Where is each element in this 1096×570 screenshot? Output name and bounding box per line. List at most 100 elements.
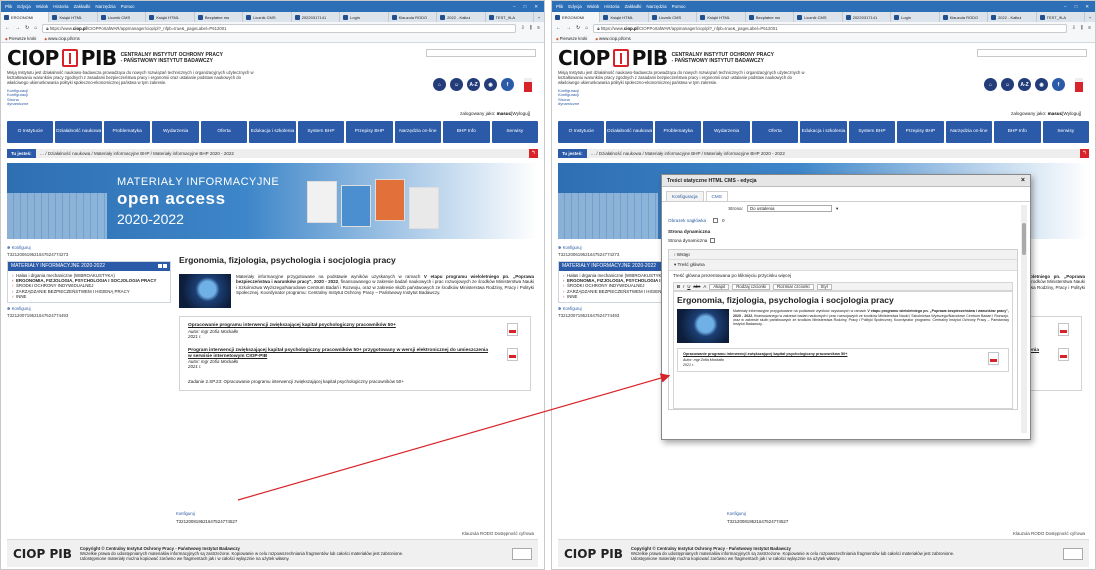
dialog-scrollbar[interactable] bbox=[1021, 205, 1027, 433]
font-color-button[interactable]: A bbox=[703, 284, 706, 289]
configure-link[interactable]: Konfiguruj bbox=[176, 511, 195, 516]
rich-text-editor[interactable]: Ergonomia, fizjologia, psychologia i soc… bbox=[673, 291, 1013, 410]
browser-tab[interactable]: Ksiąki HTML bbox=[146, 12, 195, 22]
home-circle-icon[interactable]: ⌂ bbox=[433, 78, 446, 91]
new-tab-icon[interactable]: + bbox=[534, 12, 544, 22]
browser-tab[interactable]: Login bbox=[891, 12, 940, 22]
menu-file[interactable]: Plik bbox=[556, 4, 563, 9]
config-link[interactable]: dynamiczne bbox=[7, 102, 538, 107]
strikethrough-button[interactable]: abc bbox=[693, 284, 700, 289]
menu-view[interactable]: Widok bbox=[36, 4, 49, 9]
reload-icon[interactable]: ↻ bbox=[25, 25, 29, 31]
breadcrumb-path[interactable]: … / Działalność naukowa / Materiały info… bbox=[587, 151, 785, 156]
bookmark-item[interactable]: www.ciop.pl/cms bbox=[595, 36, 631, 41]
nav-item[interactable]: BHP Info bbox=[443, 120, 490, 143]
browser-tab[interactable]: Bezpłatne mo bbox=[746, 12, 795, 22]
new-tab-icon[interactable]: + bbox=[1085, 12, 1095, 22]
az-index-circle-icon[interactable]: A-Z bbox=[1018, 78, 1031, 91]
pdf-icon[interactable] bbox=[1058, 322, 1069, 336]
library-icon[interactable]: ⫼ bbox=[1081, 25, 1083, 31]
configure-link[interactable]: Konfiguruj bbox=[727, 511, 746, 516]
home-icon[interactable]: ⌂ bbox=[585, 25, 588, 31]
menu-help[interactable]: Pomoc bbox=[672, 4, 686, 9]
menu-icon[interactable]: ≡ bbox=[537, 25, 540, 31]
nav-item[interactable]: Serwisy bbox=[491, 120, 538, 143]
menu-tools[interactable]: Narzędzia bbox=[95, 4, 115, 9]
nav-item[interactable]: O Instytucie bbox=[558, 120, 605, 143]
breadcrumb-path[interactable]: … / Działalność naukowa / Materiały info… bbox=[36, 151, 234, 156]
nav-item[interactable]: Edukacja i szkolenia bbox=[249, 120, 296, 143]
menu-history[interactable]: Historia bbox=[53, 4, 68, 9]
site-search-input[interactable] bbox=[426, 49, 536, 57]
menu-file[interactable]: Plik bbox=[5, 4, 12, 9]
browser-tab[interactable]: Ksiąki HTML bbox=[49, 12, 98, 22]
bookmark-item[interactable]: Pierwsze kroki bbox=[5, 36, 37, 41]
menu-bookmarks[interactable]: Zakładki bbox=[74, 4, 91, 9]
footer-links[interactable]: Klauzula RODO Dostępność cyfrowa bbox=[462, 531, 534, 536]
nav-item[interactable]: Przepisy BHP bbox=[346, 120, 393, 143]
footer-links[interactable]: Klauzula RODO Dostępność cyfrowa bbox=[1013, 531, 1085, 536]
nav-item[interactable]: Działalność naukowa bbox=[55, 120, 102, 143]
browser-tab[interactable]: ERGONOMI bbox=[1, 12, 50, 22]
nav-item[interactable]: Przepisy BHP bbox=[897, 120, 944, 143]
close-icon[interactable]: ✕ bbox=[1085, 4, 1089, 10]
category-item[interactable]: INNE bbox=[12, 294, 167, 299]
browser-tab[interactable]: Bezpłatne mo bbox=[195, 12, 244, 22]
config-link[interactable]: dynamiczne bbox=[558, 102, 1089, 107]
document-title-link[interactable]: Program interwencji zwiększającej kapita… bbox=[188, 348, 492, 359]
forward-icon[interactable]: → bbox=[15, 25, 20, 31]
configure-link[interactable]: Konfiguruj bbox=[7, 245, 171, 250]
paragraph-select[interactable]: Akapit bbox=[709, 283, 730, 290]
accordion-intro[interactable]: › Wstęp bbox=[669, 250, 1017, 261]
pdf-icon[interactable] bbox=[988, 352, 999, 366]
nav-item[interactable]: BHP Info bbox=[994, 120, 1041, 143]
menu-edit[interactable]: Edycja bbox=[17, 4, 31, 9]
underline-button[interactable]: U bbox=[687, 284, 690, 289]
site-search-input[interactable] bbox=[977, 49, 1087, 57]
menu-view[interactable]: Widok bbox=[587, 4, 600, 9]
accessibility-circle-icon[interactable]: ☺ bbox=[1001, 78, 1014, 91]
logout-link[interactable]: [Wyloguj] bbox=[1062, 111, 1081, 116]
browser-tab[interactable]: Ksiąki HTML bbox=[697, 12, 746, 22]
browser-tab[interactable]: Klauzula RODO bbox=[389, 12, 438, 22]
font-family-select[interactable]: Rodzaj czcionki bbox=[732, 283, 771, 290]
nav-item[interactable]: Działalność naukowa bbox=[606, 120, 653, 143]
back-icon[interactable]: ← bbox=[556, 25, 561, 31]
minimize-icon[interactable]: – bbox=[1064, 4, 1067, 10]
minimize-icon[interactable]: – bbox=[513, 4, 516, 10]
maximize-icon[interactable]: □ bbox=[1075, 4, 1078, 10]
chevron-down-icon[interactable]: ▾ bbox=[836, 206, 838, 212]
flag-icon[interactable] bbox=[1075, 78, 1083, 92]
browser-tab[interactable]: Ksiąki HTML bbox=[600, 12, 649, 22]
nav-item[interactable]: Wydarzenia bbox=[703, 120, 750, 143]
reload-icon[interactable]: ↻ bbox=[576, 25, 580, 31]
header-image-checkbox[interactable] bbox=[713, 218, 719, 223]
ciop-logo[interactable]: CIOP PIB bbox=[558, 46, 668, 70]
browser-tab[interactable]: Licznik CMS bbox=[649, 12, 698, 22]
nav-item[interactable]: Wydarzenia bbox=[152, 120, 199, 143]
dialog-titlebar[interactable]: Treści statyczne HTML CMS - edycja × bbox=[662, 175, 1030, 187]
nav-item[interactable]: Narzędzia on-line bbox=[394, 120, 442, 143]
nav-item[interactable]: Problematyka bbox=[654, 120, 702, 143]
collapse-icon[interactable] bbox=[163, 264, 167, 269]
accessibility-circle-icon[interactable]: ☺ bbox=[450, 78, 463, 91]
download-icon[interactable]: ⇩ bbox=[521, 25, 525, 31]
expand-icon[interactable] bbox=[158, 264, 162, 269]
download-icon[interactable]: ⇩ bbox=[1072, 25, 1076, 31]
browser-tab[interactable]: Login bbox=[340, 12, 389, 22]
browser-tab[interactable]: ERGONOMI bbox=[552, 12, 601, 22]
menu-help[interactable]: Pomoc bbox=[121, 4, 135, 9]
home-circle-icon[interactable]: ⌂ bbox=[984, 78, 997, 91]
back-arrow-icon[interactable]: ↰ bbox=[1080, 148, 1089, 158]
browser-tab[interactable]: Licznik CMS bbox=[98, 12, 147, 22]
configure-link[interactable]: Konfiguruj bbox=[7, 306, 171, 311]
browser-tab[interactable]: Licznik CMS bbox=[794, 12, 843, 22]
scrollbar-thumb[interactable] bbox=[1022, 223, 1026, 255]
flag-icon[interactable] bbox=[524, 78, 532, 92]
browser-tab[interactable]: Klauzula RODO bbox=[940, 12, 989, 22]
browser-tab[interactable]: TEST_9LA bbox=[1037, 12, 1085, 22]
home-icon[interactable]: ⌂ bbox=[34, 25, 37, 31]
tab-configuration[interactable]: Konfiguracja bbox=[666, 191, 704, 201]
dynamic-page-checkbox[interactable] bbox=[710, 238, 716, 244]
az-index-circle-icon[interactable]: A-Z bbox=[467, 78, 480, 91]
